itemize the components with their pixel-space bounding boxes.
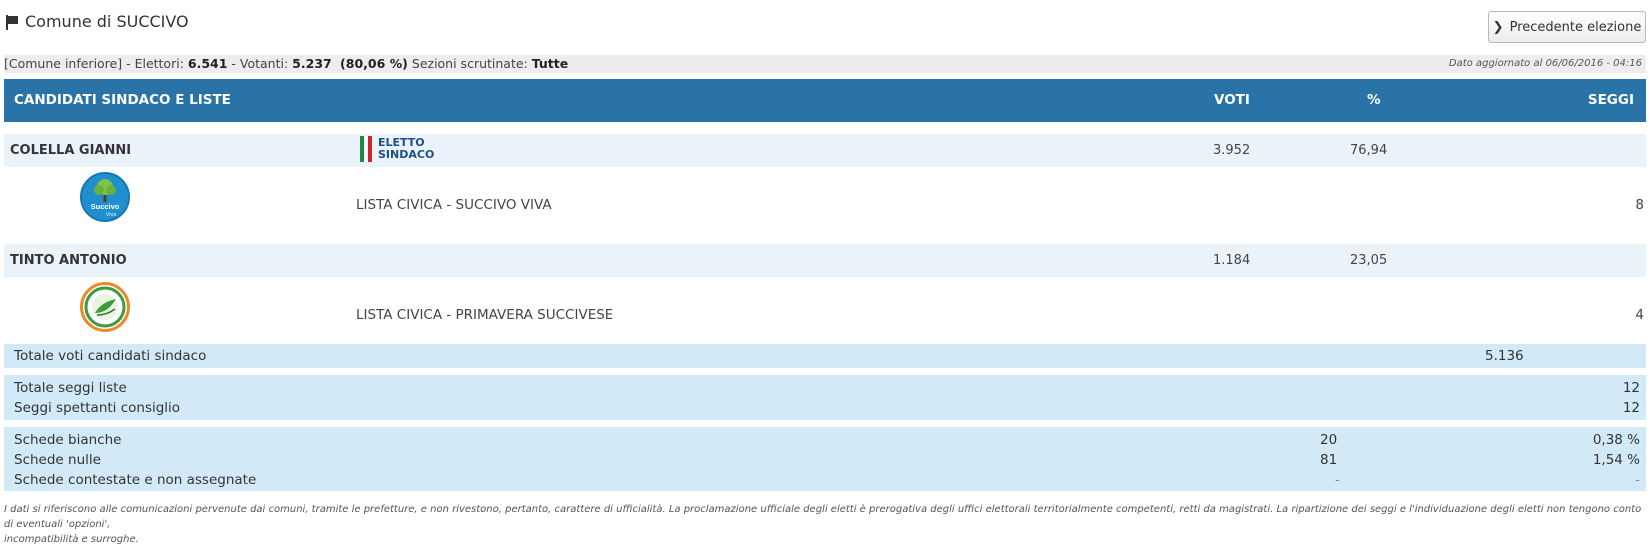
svg-text:Succivo: Succivo bbox=[91, 202, 120, 211]
info-prefix: [Comune inferiore] - Elettori: bbox=[4, 56, 188, 71]
total-votes-row: Totale voti candidati sindaco 5.136 bbox=[4, 344, 1646, 368]
contested-ballots-percent: - bbox=[1635, 472, 1640, 488]
list-name: LISTA CIVICA - PRIMAVERA SUCCIVESE bbox=[356, 307, 614, 323]
disclaimer-line1: I dati si riferiscono alle comunicazioni… bbox=[4, 504, 1642, 530]
previous-election-button[interactable]: ❯ Precedente elezione bbox=[1488, 11, 1646, 43]
blank-ballots-percent: 0,38 % bbox=[1592, 432, 1640, 448]
total-seats-label: Totale seggi liste bbox=[14, 380, 127, 396]
svg-text:Viva: Viva bbox=[106, 212, 118, 218]
council-seats-value: 12 bbox=[1622, 400, 1640, 416]
blank-ballots-count: 20 bbox=[1320, 432, 1338, 448]
info-votanti-label: - Votanti: bbox=[227, 56, 293, 71]
null-ballots-count: 81 bbox=[1320, 452, 1338, 468]
list-seggi: 8 bbox=[1635, 197, 1644, 213]
candidate-name: COLELLA GIANNI bbox=[10, 143, 132, 158]
update-timestamp: Dato aggiornato al 06/06/2016 - 04:16 bbox=[1448, 58, 1642, 69]
candidate-row: TINTO ANTONIO 1.184 23,05 bbox=[4, 244, 1646, 277]
candidate-voti: 1.184 bbox=[1213, 253, 1251, 268]
page-title-text: Comune di SUCCIVO bbox=[25, 12, 189, 31]
votanti-value: 5.237 bbox=[292, 56, 332, 71]
col-candidati: CANDIDATI SINDACO E LISTE bbox=[14, 92, 231, 108]
null-ballots-label: Schede nulle bbox=[14, 452, 101, 468]
list-row: Succivo Viva LISTA CIVICA - SUCCIVO VIVA… bbox=[4, 167, 1646, 242]
list-row: LISTA CIVICA - PRIMAVERA SUCCIVESE 4 bbox=[4, 277, 1646, 352]
results-table-header: CANDIDATI SINDACO E LISTE VOTI % SEGGI bbox=[4, 79, 1646, 122]
disclaimer-note: I dati si riferiscono alle comunicazioni… bbox=[4, 502, 1644, 547]
ballots-summary: Schede bianche 20 0,38 % Schede nulle 81… bbox=[4, 427, 1646, 491]
total-votes-value: 5.136 bbox=[1485, 348, 1524, 364]
primavera-succivese-logo bbox=[80, 282, 130, 332]
seats-summary: Totale seggi liste 12 Seggi spettanti co… bbox=[4, 375, 1646, 420]
col-voti: VOTI bbox=[1214, 92, 1250, 108]
candidate-voti: 3.952 bbox=[1213, 143, 1251, 158]
badge-line2: SINDACO bbox=[378, 148, 435, 161]
col-seggi: SEGGI bbox=[1587, 92, 1634, 108]
flag-icon bbox=[5, 14, 19, 30]
succivo-viva-logo: Succivo Viva bbox=[80, 172, 130, 222]
elettori-value: 6.541 bbox=[187, 56, 228, 71]
candidate-row: COLELLA GIANNI ELETTO SINDACO 3.952 76,9… bbox=[4, 134, 1646, 167]
council-seats-label: Seggi spettanti consiglio bbox=[14, 400, 181, 416]
elected-mayor-badge: ELETTO SINDACO bbox=[360, 136, 434, 162]
candidate-name: TINTO ANTONIO bbox=[10, 253, 127, 268]
previous-election-label: Precedente elezione bbox=[1509, 19, 1642, 35]
leaf-emblem-icon bbox=[84, 286, 126, 328]
votanti-percent: (80,06 %) bbox=[335, 56, 408, 71]
list-name: LISTA CIVICA - SUCCIVO VIVA bbox=[356, 197, 552, 213]
chevron-right-icon: ❯ bbox=[1492, 19, 1504, 35]
col-percent: % bbox=[1367, 92, 1381, 108]
sezioni-value: Tutte bbox=[531, 56, 569, 71]
info-bar: [Comune inferiore] - Elettori: 6.541 - V… bbox=[4, 55, 1646, 73]
blank-ballots-label: Schede bianche bbox=[14, 432, 122, 448]
sezioni-label: Sezioni scrutinate: bbox=[407, 56, 532, 71]
total-seats-value: 12 bbox=[1622, 380, 1640, 396]
null-ballots-percent: 1,54 % bbox=[1592, 452, 1640, 468]
total-votes-label: Totale voti candidati sindaco bbox=[14, 348, 207, 364]
candidate-percent: 23,05 bbox=[1350, 253, 1388, 268]
list-seggi: 4 bbox=[1635, 307, 1644, 323]
page-title: Comune di SUCCIVO bbox=[5, 12, 189, 31]
contested-ballots-label: Schede contestate e non assegnate bbox=[14, 472, 257, 488]
candidate-percent: 76,94 bbox=[1350, 143, 1388, 158]
disclaimer-line2: incompatibilità e surroghe. bbox=[4, 534, 139, 545]
tree-icon: Succivo Viva bbox=[91, 179, 120, 218]
italian-flag-icon bbox=[360, 136, 374, 162]
contested-ballots-count: - bbox=[1335, 472, 1340, 488]
